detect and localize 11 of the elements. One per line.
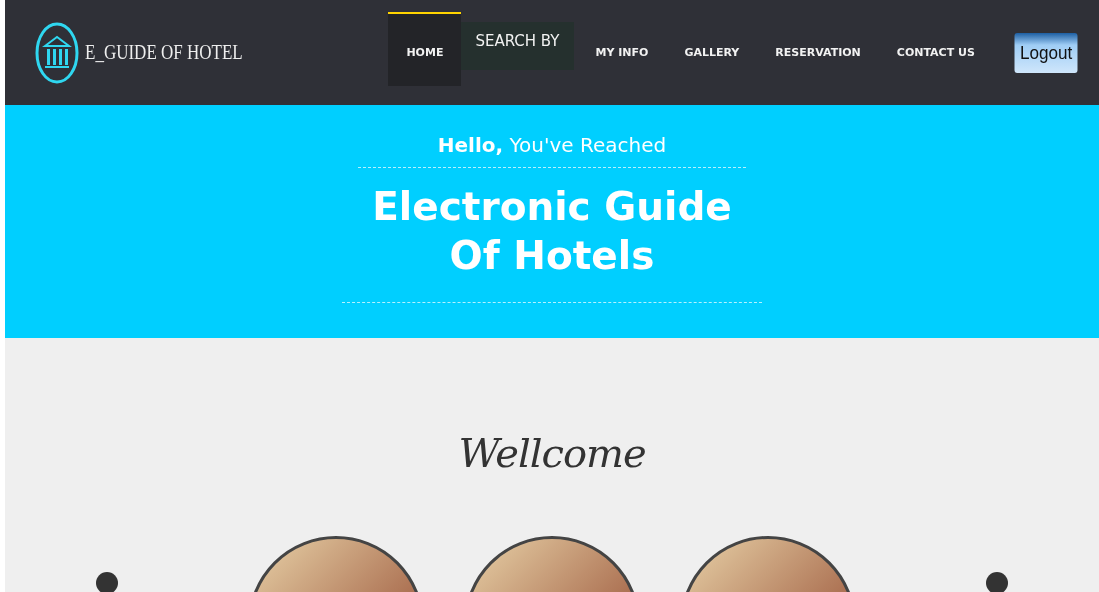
nav-link[interactable]: RESERVATION	[757, 12, 879, 86]
nav-link[interactable]: HOME	[388, 12, 462, 86]
hero-greeting: Hello, You've Reached	[357, 133, 747, 168]
welcome-heading: Wellcome	[458, 430, 646, 476]
nav-link[interactable]: SEARCH BY	[461, 22, 574, 70]
hero-title: Electronic Guide Of Hotels	[342, 182, 762, 303]
nav-link[interactable]: GALLERY	[666, 12, 758, 86]
nav-link[interactable]: MY INFO	[577, 12, 667, 86]
nav-link[interactable]: CONTACT US	[878, 12, 993, 86]
logout-button[interactable]: Logout	[1014, 32, 1078, 73]
brand-name: E_GUIDE OF HOTEL	[85, 41, 243, 64]
